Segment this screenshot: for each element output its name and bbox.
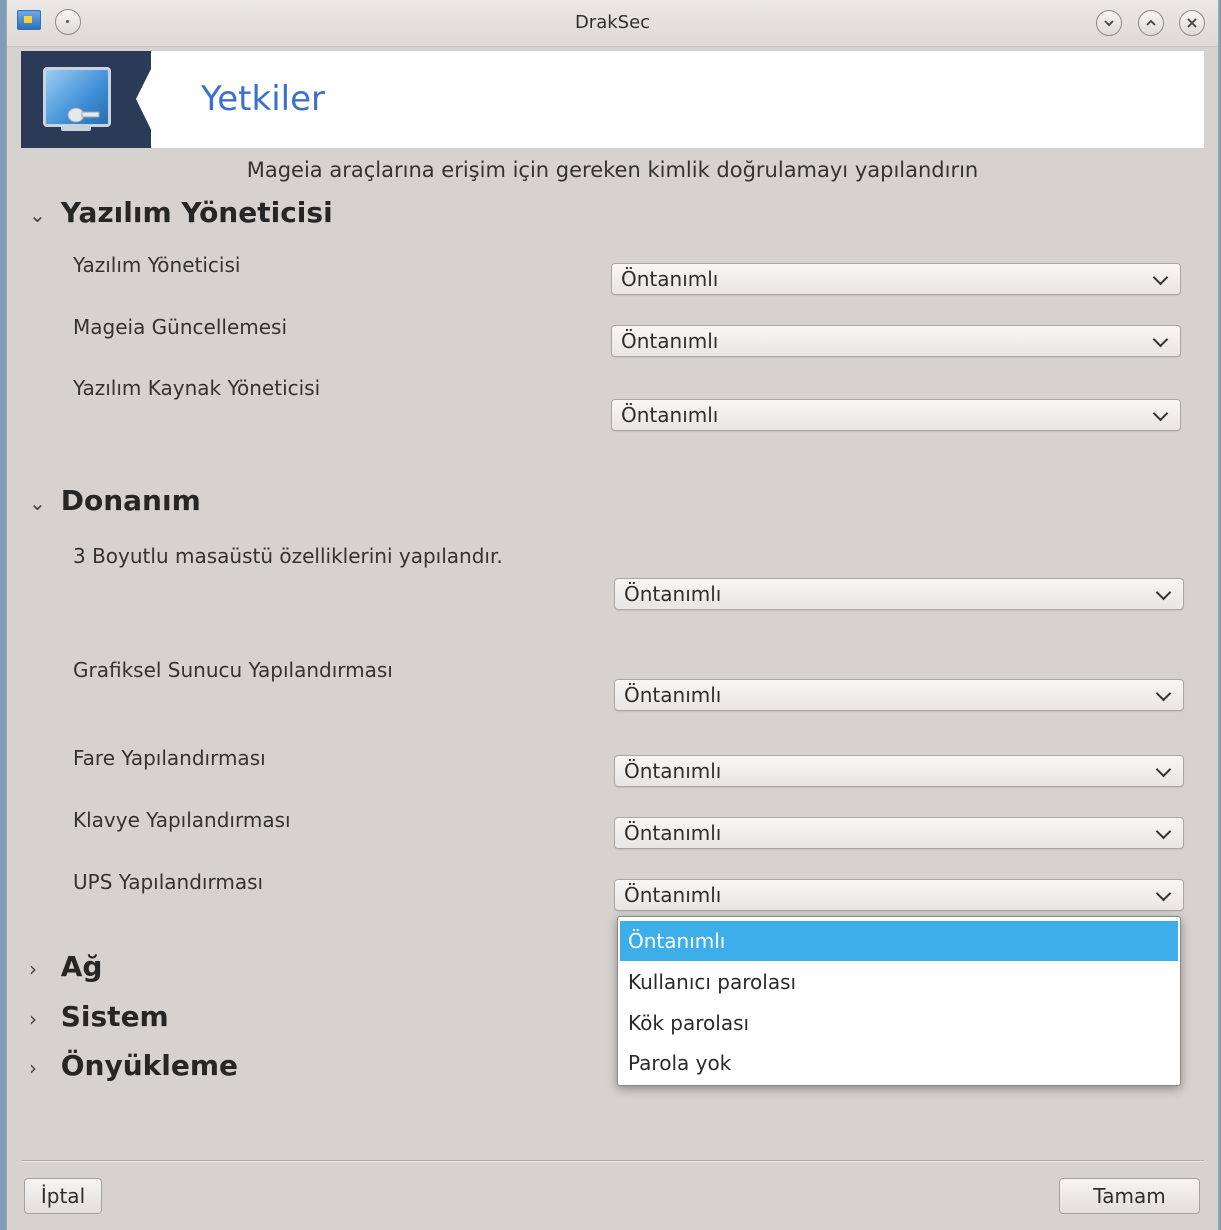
combo-graphic-server[interactable]: Öntanımlı (614, 679, 1184, 711)
row-label-3d-desktop: 3 Boyutlu masaüstü özelliklerini yapılan… (73, 544, 503, 568)
row-label-software-manager: Yazılım Yöneticisi (73, 253, 241, 277)
maximize-button[interactable] (1138, 10, 1164, 36)
row-label-keyboard: Klavye Yapılandırması (73, 808, 291, 832)
combo-3d-desktop[interactable]: Öntanımlı (614, 578, 1184, 610)
row-label-graphic-server: Grafiksel Sunucu Yapılandırması (73, 658, 393, 682)
chevron-right-icon: › (29, 1056, 37, 1080)
chevron-down-icon: ⌄ (29, 203, 46, 227)
page-title: Yetkiler (201, 79, 325, 119)
combo-value: Öntanımlı (624, 883, 722, 907)
combo-software-manager[interactable]: Öntanımlı (611, 263, 1181, 295)
dropdown-option-root-password[interactable]: Kök parolası (620, 1003, 1178, 1043)
chevron-down-icon (1155, 685, 1172, 702)
dropdown-popup[interactable]: Öntanımlı Kullanıcı parolası Kök parolas… (617, 916, 1181, 1086)
row-label-mouse: Fare Yapılandırması (73, 746, 266, 770)
row-label-media-manager: Yazılım Kaynak Yöneticisi (73, 376, 321, 400)
title-bar[interactable]: DrakSec (7, 0, 1218, 47)
combo-keyboard[interactable]: Öntanımlı (614, 817, 1184, 849)
dropdown-option-default[interactable]: Öntanımlı (620, 921, 1178, 961)
section-network-header[interactable]: › Ağ (29, 950, 102, 983)
chevron-down-icon (1152, 331, 1169, 348)
chevron-down-icon (1152, 405, 1169, 422)
ok-button[interactable]: Tamam (1059, 1178, 1200, 1214)
row-label-mageia-update: Mageia Güncellemesi (73, 315, 288, 339)
dropdown-option-no-password[interactable]: Parola yok (620, 1043, 1178, 1083)
footer-divider (21, 1160, 1204, 1162)
combo-value: Öntanımlı (624, 759, 722, 783)
chevron-down-icon (1155, 761, 1172, 778)
chevron-down-icon (1152, 269, 1169, 286)
chevron-up-icon (1146, 19, 1156, 26)
section-title: Ağ (60, 950, 103, 983)
header-banner: Yetkiler (21, 51, 1204, 148)
draksec-logo (21, 51, 151, 148)
draksec-window: DrakSec Yetkiler Mageia araçlarına erişi… (6, 0, 1219, 1230)
combo-value: Öntanımlı (624, 582, 722, 606)
combo-value: Öntanımlı (621, 403, 719, 427)
combo-value: Öntanımlı (621, 267, 719, 291)
minimize-button[interactable] (1096, 10, 1122, 36)
combo-value: Öntanımlı (624, 821, 722, 845)
chevron-right-icon: › (29, 957, 37, 981)
row-label-ups: UPS Yapılandırması (73, 870, 264, 894)
close-icon (1187, 18, 1197, 28)
combo-mageia-update[interactable]: Öntanımlı (611, 325, 1181, 357)
chevron-down-icon (1104, 20, 1114, 27)
section-system-header[interactable]: › Sistem (29, 1000, 169, 1033)
section-title: Yazılım Yöneticisi (60, 196, 333, 229)
section-title: Önyükleme (60, 1049, 239, 1082)
section-title: Donanım (60, 484, 201, 517)
window-title: DrakSec (574, 12, 651, 33)
chevron-right-icon: › (29, 1007, 37, 1031)
dropdown-option-user-password[interactable]: Kullanıcı parolası (620, 962, 1178, 1002)
section-software-header[interactable]: ⌄ Yazılım Yöneticisi (29, 196, 333, 229)
close-button[interactable] (1179, 10, 1205, 36)
key-icon (67, 107, 100, 123)
combo-value: Öntanımlı (624, 683, 722, 707)
combo-mouse[interactable]: Öntanımlı (614, 755, 1184, 787)
combo-ups[interactable]: Öntanımlı (614, 879, 1184, 911)
page-subtitle: Mageia araçlarına erişim için gereken ki… (246, 158, 979, 182)
combo-value: Öntanımlı (621, 329, 719, 353)
combo-media-manager[interactable]: Öntanımlı (611, 399, 1181, 431)
chevron-down-icon (1155, 885, 1172, 902)
section-title: Sistem (60, 1000, 169, 1033)
chevron-down-icon (1155, 584, 1172, 601)
chevron-down-icon (1155, 823, 1172, 840)
section-hardware-header[interactable]: ⌄ Donanım (29, 484, 201, 517)
chevron-down-icon: ⌄ (29, 491, 46, 515)
section-boot-header[interactable]: › Önyükleme (29, 1049, 238, 1082)
cancel-button[interactable]: İptal (24, 1178, 102, 1214)
